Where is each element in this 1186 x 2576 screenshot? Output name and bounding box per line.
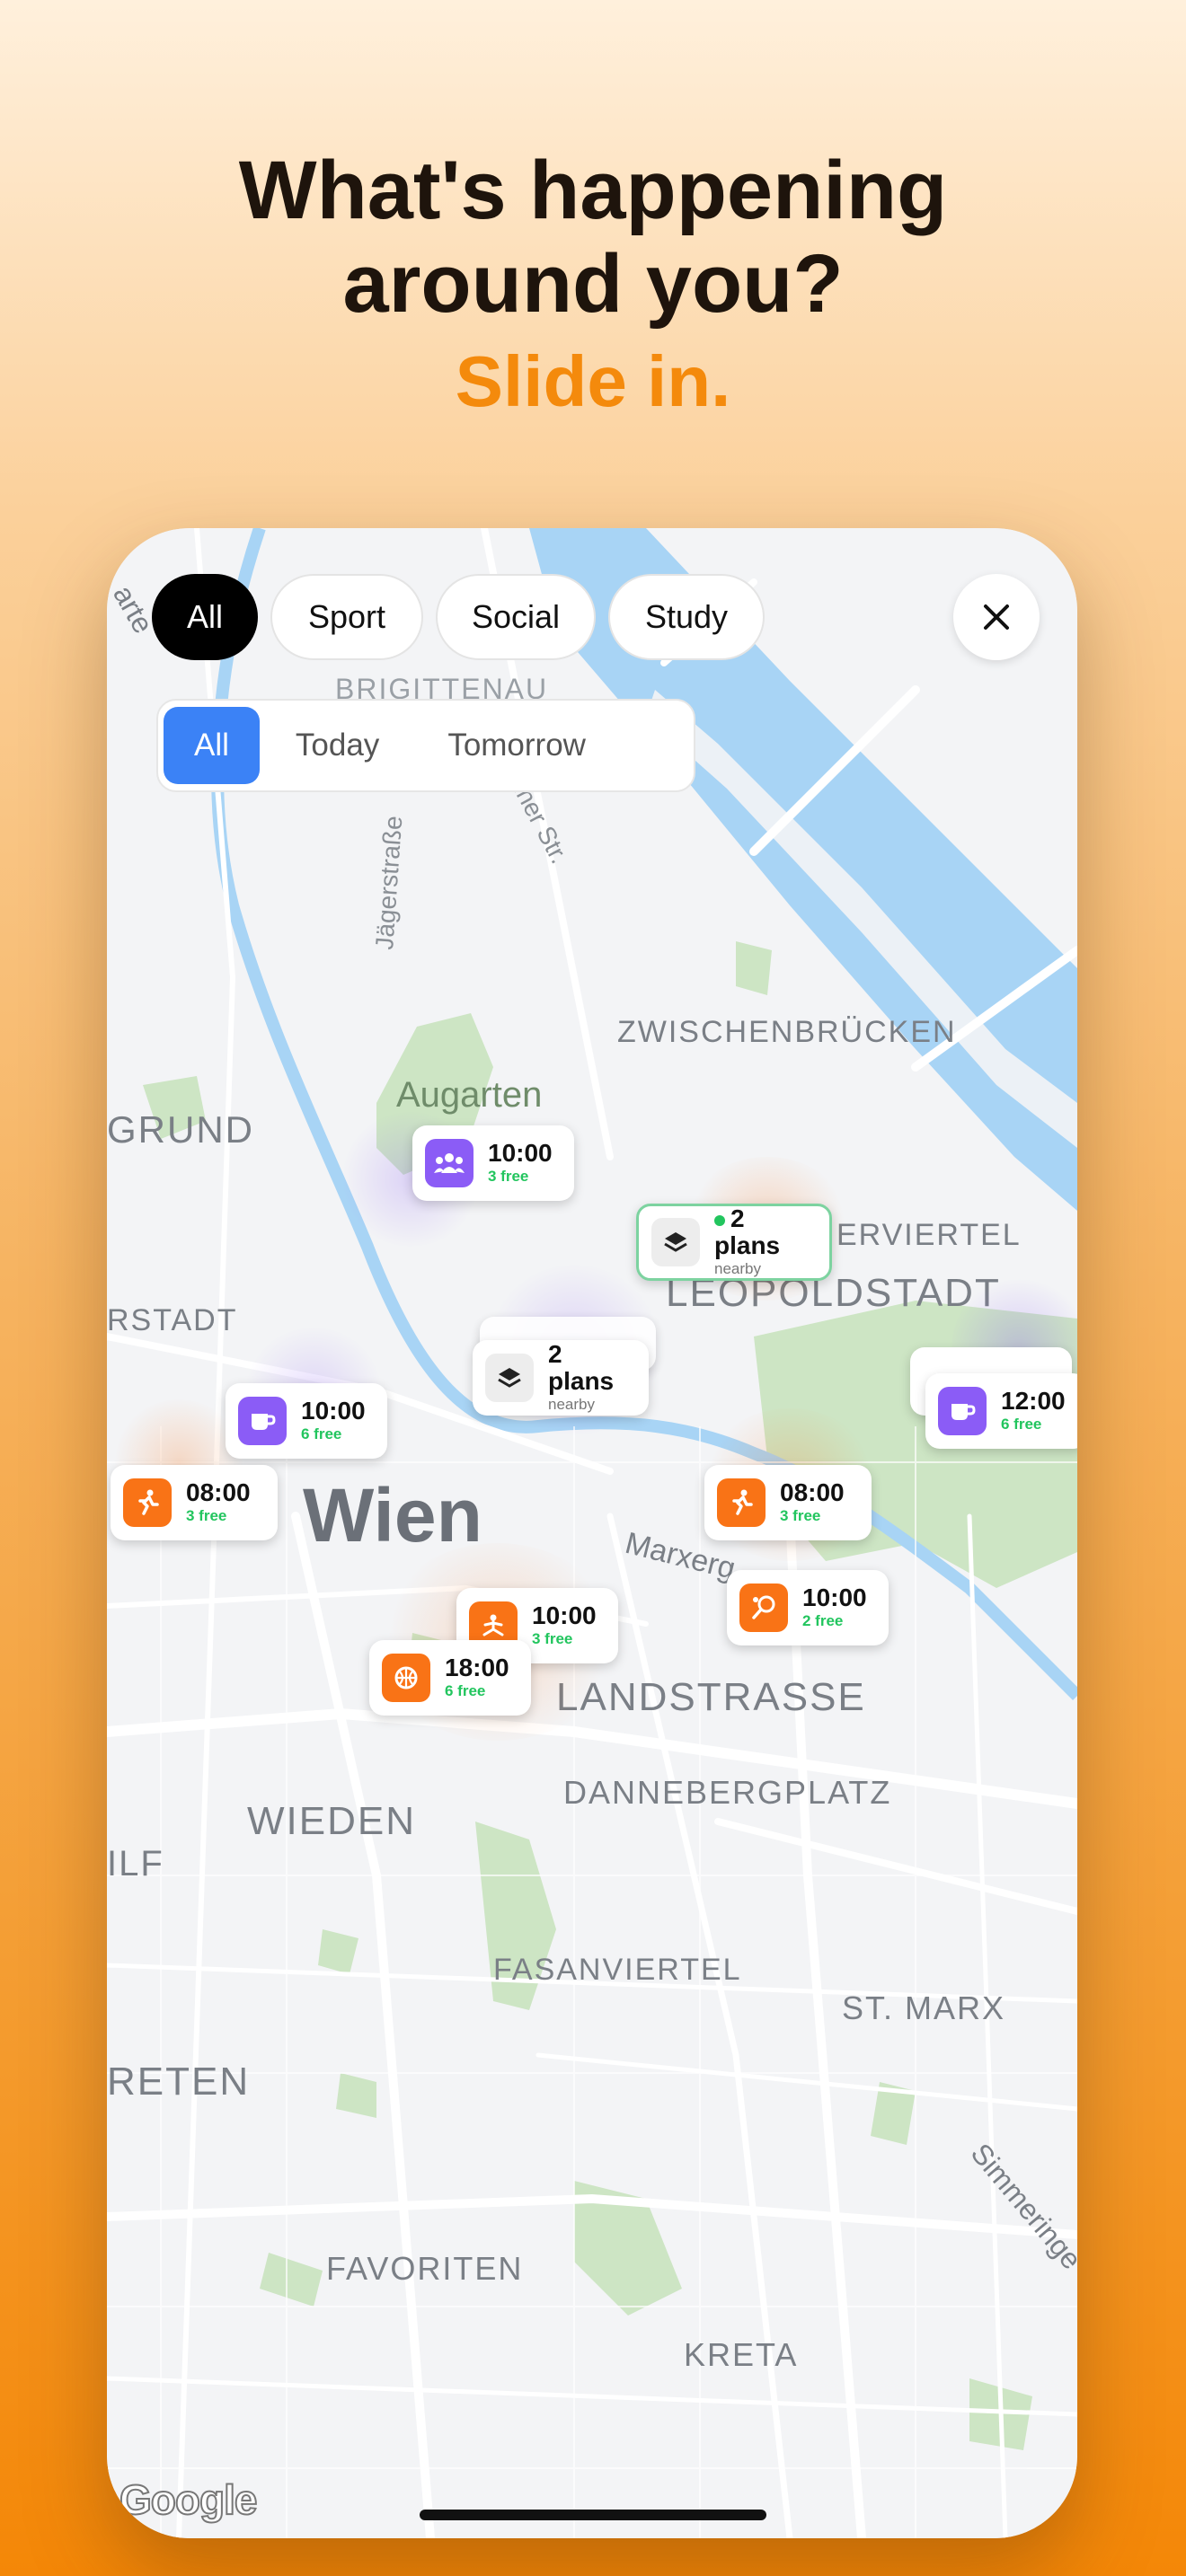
plan-marker-social[interactable]: 12:00 6 free xyxy=(925,1373,1077,1449)
label-stuwerviertel: ERVIERTEL xyxy=(836,1218,1022,1252)
marker-free-spots: 3 free xyxy=(186,1507,227,1524)
cluster-subtitle: nearby xyxy=(714,1260,761,1277)
cluster-title: 2 plans xyxy=(548,1340,615,1395)
label-rstadt: RSTADT xyxy=(107,1303,237,1337)
label-wien: Wien xyxy=(303,1473,482,1557)
marker-free-spots: 3 free xyxy=(532,1630,573,1647)
marker-free-spots: 6 free xyxy=(301,1425,342,1442)
marker-time: 10:00 xyxy=(301,1397,366,1425)
label-st-marx: ST. MARX xyxy=(842,1989,1005,2026)
day-filter: All Today Tomorrow xyxy=(156,699,695,792)
label-grund: GRUND xyxy=(107,1108,254,1151)
label-reten: RETEN xyxy=(107,2060,250,2104)
headline: What's happening around you? Slide in. xyxy=(0,144,1186,431)
active-dot xyxy=(714,1214,725,1226)
plan-marker-sport[interactable]: 10:00 2 free xyxy=(727,1570,889,1645)
chip-study[interactable]: Study xyxy=(608,574,765,660)
headline-tagline: Slide in. xyxy=(455,341,731,421)
marker-time: 10:00 xyxy=(802,1584,867,1611)
day-tab-today[interactable]: Today xyxy=(263,707,412,784)
plan-marker-sport[interactable]: 18:00 6 free xyxy=(369,1640,531,1716)
cluster-marker-nearby[interactable]: 2 plans nearby xyxy=(473,1340,649,1416)
home-indicator[interactable] xyxy=(420,2510,766,2520)
label-wieden: WIEDEN xyxy=(247,1799,416,1843)
tennis-icon xyxy=(739,1584,788,1632)
category-filter-row: All Sport Social Study xyxy=(152,574,765,660)
marker-free-spots: 3 free xyxy=(488,1168,529,1185)
label-augarten: Augarten xyxy=(396,1075,542,1115)
day-tab-all[interactable]: All xyxy=(164,707,260,784)
phone-screen: arte BRIGITTENAU Jägerstraße Dresdner St… xyxy=(107,528,1077,2538)
label-fasanviertel: FASANVIERTEL xyxy=(493,1953,742,1987)
plan-marker-sport[interactable]: 08:00 3 free xyxy=(111,1465,278,1540)
park-small-2 xyxy=(736,941,772,995)
close-button[interactable] xyxy=(953,574,1040,660)
marker-time: 12:00 xyxy=(1001,1387,1066,1415)
cluster-subtitle: nearby xyxy=(548,1396,595,1413)
label-zwischenbruecken: ZWISCHENBRÜCKEN xyxy=(617,1015,957,1049)
plan-marker-social[interactable]: 10:00 3 free xyxy=(412,1125,574,1201)
cluster-title: 2 plans xyxy=(714,1204,781,1259)
marker-free-spots: 6 free xyxy=(445,1682,486,1699)
cluster-marker-nearby[interactable]: 2 plans nearby xyxy=(636,1204,832,1281)
plan-marker-sport[interactable]: 08:00 3 free xyxy=(704,1465,872,1540)
marker-free-spots: 6 free xyxy=(1001,1416,1042,1433)
marker-time: 18:00 xyxy=(445,1654,509,1681)
layers-icon xyxy=(651,1218,700,1266)
marker-time: 10:00 xyxy=(488,1139,553,1167)
running-icon xyxy=(717,1478,766,1527)
marker-time: 08:00 xyxy=(186,1478,251,1506)
close-icon xyxy=(984,604,1009,630)
headline-line-2: around you? xyxy=(342,238,844,330)
chip-all[interactable]: All xyxy=(152,574,258,660)
label-dannebergplatz: DANNEBERGPLATZ xyxy=(563,1774,891,1811)
chip-social[interactable]: Social xyxy=(436,574,596,660)
marker-time: 08:00 xyxy=(780,1478,845,1506)
plan-marker-social[interactable]: 10:00 6 free xyxy=(226,1383,387,1459)
marker-free-spots: 3 free xyxy=(780,1507,821,1524)
marker-free-spots: 2 free xyxy=(802,1612,844,1629)
coffee-icon xyxy=(938,1387,987,1435)
basketball-icon xyxy=(382,1654,430,1702)
headline-line-1: What's happening xyxy=(238,145,948,236)
coffee-icon xyxy=(238,1397,287,1445)
label-kreta: KRETA xyxy=(684,2336,798,2373)
label-ilf: ILF xyxy=(107,1844,164,1883)
chip-sport[interactable]: Sport xyxy=(270,574,423,660)
group-icon xyxy=(425,1139,474,1187)
marker-time: 10:00 xyxy=(532,1601,597,1629)
running-icon xyxy=(123,1478,172,1527)
layers-icon xyxy=(485,1354,534,1402)
day-tab-tomorrow[interactable]: Tomorrow xyxy=(415,707,618,784)
label-favoriten: FAVORITEN xyxy=(326,2250,523,2287)
label-landstrasse: LANDSTRASSE xyxy=(556,1675,866,1719)
google-attribution: Google xyxy=(119,2475,258,2524)
